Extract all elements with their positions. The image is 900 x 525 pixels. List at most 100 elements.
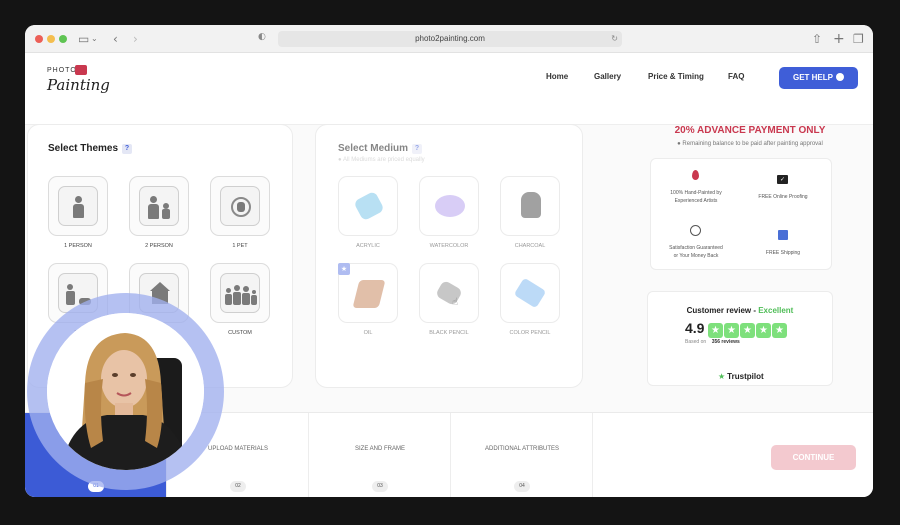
watercolor-swatch-icon <box>435 195 465 217</box>
theme-label-1-person: 1 PERSON <box>64 243 92 249</box>
feature-free-shipping-line1: FREE Shipping <box>765 250 801 256</box>
color-pencil-swatch-icon <box>513 277 547 309</box>
feature-online-proofing: FREE Online Proofing <box>738 194 828 202</box>
help-icon[interactable]: ? <box>412 144 423 154</box>
medium-tile-black-pencil[interactable]: ☝ <box>419 263 479 323</box>
maximize-window-button[interactable] <box>59 35 67 43</box>
oil-swatch-icon <box>352 280 386 308</box>
address-bar[interactable]: photo2painting.com ↻ <box>278 31 622 47</box>
new-tab-icon[interactable]: + <box>833 31 845 47</box>
medium-title-text: Select Medium <box>338 143 409 154</box>
trustpilot-star-icon: ★ <box>718 372 726 381</box>
themes-title-text: Select Themes <box>48 143 119 154</box>
logo[interactable]: PHOTO Painting <box>47 63 117 103</box>
close-window-button[interactable] <box>35 35 43 43</box>
medium-tile-color-pencil[interactable] <box>500 263 560 323</box>
theme-label-2-person: 2 PERSON <box>145 243 173 249</box>
star-icon: ★ <box>756 323 771 338</box>
review-count: Based on 356 reviews <box>685 339 740 345</box>
feature-hand-painted: 100% Hand-Painted by Experienced Artists <box>651 190 741 205</box>
back-icon[interactable]: ‹ <box>113 31 118 47</box>
forward-icon[interactable]: › <box>133 31 138 47</box>
trustpilot-logo[interactable]: ★ Trustpilot <box>718 372 764 381</box>
shipping-box-icon <box>778 230 788 240</box>
review-stars: ★ ★ ★ ★ ★ <box>708 320 788 338</box>
review-rating: 4.9 <box>685 320 705 336</box>
theme-tile-custom[interactable] <box>210 263 270 323</box>
logo-painting-text: Painting <box>47 76 110 94</box>
feature-hand-painted-line1: 100% Hand-Painted by <box>670 190 722 196</box>
star-icon: ★ <box>708 323 723 338</box>
step-size-and-frame[interactable]: SIZE AND FRAME 03 <box>309 413 451 497</box>
star-icon: ★ <box>772 323 787 338</box>
step-number: 02 <box>230 481 246 492</box>
trustpilot-text: Trustpilot <box>727 372 764 381</box>
review-excellent-text: Excellent <box>758 306 794 315</box>
theme-tile-2-person[interactable] <box>129 176 189 236</box>
chat-icon <box>836 73 844 81</box>
medium-tile-acrylic[interactable] <box>338 176 398 236</box>
advance-payment-title: 20% ADVANCE PAYMENT ONLY <box>674 125 826 136</box>
person-icon <box>58 186 98 226</box>
medium-label-acrylic: ACRYLIC <box>356 243 380 249</box>
nav-price-timing[interactable]: Price & Timing <box>648 72 704 81</box>
theme-tile-1-pet[interactable] <box>210 176 270 236</box>
medium-label-watercolor: WATERCOLOR <box>429 243 469 249</box>
browser-toolbar: ▭ ⌄ ‹ › ◐ photo2painting.com ↻ ⇧ + ❐ <box>25 25 873 53</box>
medium-price-note: ● All Mediums are priced equally <box>338 157 425 163</box>
themes-title: Select Themes? <box>48 143 133 154</box>
review-based-on: Based on <box>685 339 707 345</box>
nav-faq[interactable]: FAQ <box>728 72 744 81</box>
theme-label-1-pet: 1 PET <box>232 243 248 249</box>
medium-panel <box>315 124 583 388</box>
minimize-window-button[interactable] <box>47 35 55 43</box>
continue-button[interactable]: CONTINUE <box>771 445 856 470</box>
logo-badge-icon <box>75 65 87 75</box>
medium-tile-watercolor[interactable] <box>419 176 479 236</box>
medium-label-charcoal: CHARCOAL <box>514 243 546 249</box>
url-text: photo2painting.com <box>415 34 485 43</box>
presenter-image <box>47 313 204 470</box>
sidebar-icon[interactable]: ▭ <box>78 31 89 47</box>
medium-title: Select Medium? <box>338 143 423 154</box>
theme-label-custom: CUSTOM <box>228 330 252 336</box>
feature-satisfaction: Satisfaction Guaranteed or Your Money Ba… <box>651 245 741 260</box>
group-icon <box>220 273 260 313</box>
guarantee-clock-icon <box>690 225 701 236</box>
review-count-value: 356 reviews <box>711 339 740 345</box>
feature-hand-painted-line2: Experienced Artists <box>674 197 718 204</box>
two-people-icon <box>139 186 179 226</box>
feature-online-proofing-line1: FREE Online Proofing <box>758 194 808 200</box>
site-header: PHOTO Painting <box>25 53 873 125</box>
step-label: SIZE AND FRAME <box>354 446 405 452</box>
feature-free-shipping: FREE Shipping <box>738 250 828 258</box>
selected-star-badge: ★ <box>338 263 350 275</box>
step-number: 03 <box>372 481 388 492</box>
tabs-overview-icon[interactable]: ❐ <box>853 31 864 47</box>
step-additional-attributes[interactable]: ADDITIONAL ATTRIBUTES 04 <box>451 413 593 497</box>
step-label: ADDITIONAL ATTRIBUTES <box>484 446 559 452</box>
step-number: 04 <box>514 481 530 492</box>
pet-icon <box>220 186 260 226</box>
reload-icon[interactable]: ↻ <box>611 31 618 47</box>
review-title-text: Customer review - <box>686 306 759 315</box>
help-icon[interactable]: ? <box>122 144 133 154</box>
nav-gallery[interactable]: Gallery <box>594 72 621 81</box>
review-title: Customer review - Excellent <box>650 306 830 315</box>
black-pencil-swatch-icon <box>434 279 464 307</box>
chevron-down-icon[interactable]: ⌄ <box>91 31 98 47</box>
share-icon[interactable]: ⇧ <box>812 31 822 47</box>
paint-drop-icon <box>692 170 699 180</box>
logo-photo-text: PHOTO <box>47 67 77 74</box>
nav-home[interactable]: Home <box>546 72 568 81</box>
medium-tile-charcoal[interactable] <box>500 176 560 236</box>
cursor-icon: ☝ <box>452 297 459 308</box>
get-help-button[interactable]: GET HELP <box>779 67 858 89</box>
star-icon: ★ <box>724 323 739 338</box>
feature-satisfaction-line1: Satisfaction Guaranteed <box>669 245 723 251</box>
shield-icon: ◐ <box>258 32 266 42</box>
advance-payment-note: ● Remaining balance to be paid after pai… <box>677 141 823 147</box>
proofing-icon: ✓ <box>777 175 788 184</box>
medium-label-color-pencil: COLOR PENCIL <box>509 330 551 336</box>
theme-tile-1-person[interactable] <box>48 176 108 236</box>
